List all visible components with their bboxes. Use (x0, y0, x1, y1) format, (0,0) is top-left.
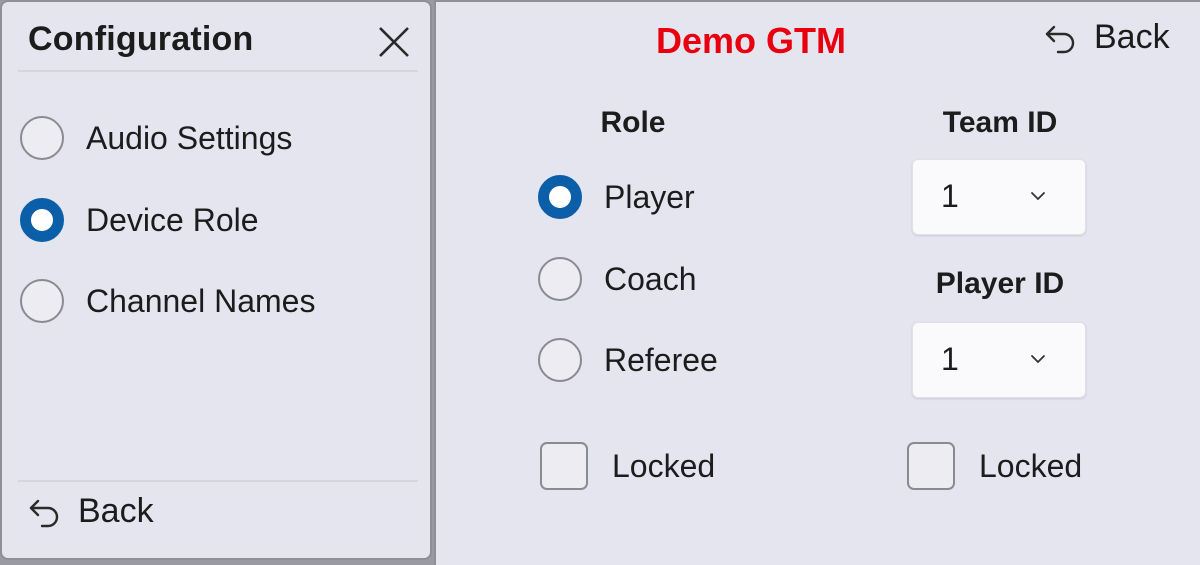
role-locked-checkbox-row[interactable]: Locked (540, 442, 715, 490)
role-option-referee[interactable]: Referee (538, 338, 718, 382)
back-arrow-icon (29, 499, 59, 527)
configuration-title: Configuration (28, 20, 254, 58)
footer-divider (18, 480, 418, 482)
role-locked-checkbox[interactable] (540, 442, 588, 490)
back-label: Back (78, 492, 154, 530)
player-id-value: 1 (941, 341, 959, 377)
team-id-select[interactable]: 1 (912, 159, 1086, 235)
menu-item-label: Audio Settings (86, 119, 293, 156)
role-locked-label: Locked (612, 447, 716, 484)
menu-radio-channel-names[interactable] (20, 279, 64, 323)
role-radio-player[interactable] (538, 175, 582, 219)
team-id-heading: Team ID (942, 106, 1058, 139)
role-option-label: Coach (604, 260, 697, 297)
role-option-label: Player (604, 178, 695, 215)
role-radio-referee[interactable] (538, 338, 582, 382)
menu-item-channel-names[interactable]: Channel Names (20, 279, 315, 323)
configuration-panel: Configuration Audio Settings Device Role… (0, 0, 432, 560)
device-role-panel: Demo GTM Back Role Player Coach Referee … (434, 0, 1200, 565)
device-title: Demo GTM (655, 20, 846, 61)
main-back-button[interactable]: Back (1042, 18, 1170, 57)
role-option-label: Referee (604, 341, 718, 378)
back-label: Back (1094, 18, 1170, 56)
role-heading: Role (600, 106, 666, 139)
menu-item-device-role[interactable]: Device Role (20, 198, 259, 242)
player-id-select[interactable]: 1 (912, 322, 1086, 398)
menu-item-label: Channel Names (86, 282, 316, 319)
role-radio-coach[interactable] (538, 257, 582, 301)
back-arrow-icon (1045, 25, 1075, 53)
chevron-down-icon (1031, 192, 1045, 201)
role-option-player[interactable]: Player (538, 175, 695, 219)
id-locked-checkbox[interactable] (907, 442, 955, 490)
player-id-heading: Player ID (935, 267, 1065, 300)
chevron-down-icon (1031, 355, 1045, 364)
header-divider (18, 70, 418, 72)
menu-radio-audio-settings[interactable] (20, 116, 64, 160)
close-icon[interactable] (374, 22, 414, 62)
role-option-coach[interactable]: Coach (538, 257, 697, 301)
team-id-value: 1 (941, 178, 959, 214)
id-locked-checkbox-row[interactable]: Locked (907, 442, 1082, 490)
id-locked-label: Locked (979, 447, 1083, 484)
menu-radio-device-role[interactable] (20, 198, 64, 242)
menu-item-label: Device Role (86, 201, 259, 238)
config-back-button[interactable]: Back (26, 492, 154, 531)
menu-item-audio-settings[interactable]: Audio Settings (20, 116, 292, 160)
